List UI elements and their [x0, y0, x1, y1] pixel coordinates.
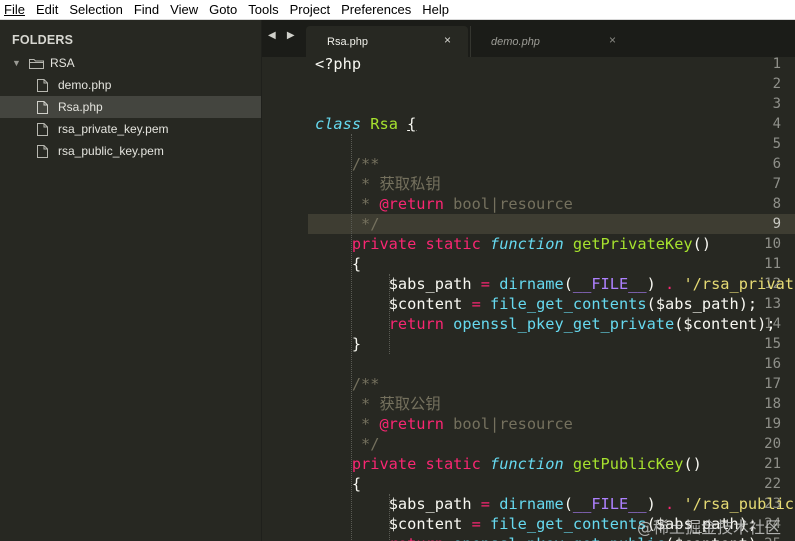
- file-label: Rsa.php: [58, 100, 103, 114]
- menu-tools[interactable]: Tools: [243, 0, 284, 20]
- menu-view[interactable]: View: [165, 0, 204, 20]
- line-number: 10: [764, 236, 781, 252]
- line-number: 8: [772, 196, 781, 212]
- tab-rsa-php[interactable]: Rsa.php ×: [306, 26, 468, 57]
- code-line: }: [315, 335, 362, 353]
- line-number: 15: [764, 336, 781, 352]
- code-line: $content = file_get_contents($abs_path);: [388, 295, 758, 313]
- folders-title: FOLDERS: [12, 33, 74, 47]
- code-line: $abs_path = dirname(__FILE__) . '/rsa_pu…: [388, 495, 794, 513]
- menu-help[interactable]: Help: [417, 0, 455, 20]
- menu-goto[interactable]: Goto: [204, 0, 243, 20]
- line-number: 22: [764, 476, 781, 492]
- tab-label: demo.php: [491, 35, 540, 48]
- line-number: 11: [764, 256, 781, 272]
- menu-bar: File Edit Selection Find View Goto Tools…: [0, 0, 795, 20]
- code-line: /**: [315, 155, 380, 173]
- file-icon: [37, 100, 48, 114]
- line-number: 2: [772, 76, 781, 92]
- line-number: 9: [749, 214, 795, 234]
- code-line: private static function getPublicKey(): [351, 455, 702, 473]
- close-icon[interactable]: ×: [609, 33, 616, 47]
- close-icon[interactable]: ×: [444, 33, 451, 47]
- sidebar-file-rsa[interactable]: Rsa.php: [0, 96, 261, 118]
- folder-label: RSA: [50, 56, 75, 70]
- code-line: <?php: [315, 57, 362, 73]
- line-number: 5: [772, 136, 781, 152]
- line-number: 1: [772, 57, 781, 72]
- sidebar: FOLDERS ▼ RSA demo.php Rsa.php rsa_priva…: [0, 20, 262, 541]
- line-number: 6: [772, 156, 781, 172]
- code-line: * 获取公钥: [315, 395, 441, 413]
- sidebar-file-rsa-private-key[interactable]: rsa_private_key.pem: [0, 118, 261, 140]
- code-line: {: [315, 255, 362, 273]
- menu-preferences[interactable]: Preferences: [336, 0, 417, 20]
- code-editor[interactable]: 1234567891011121314151617181920212223242…: [262, 57, 795, 541]
- code-line: */: [315, 435, 380, 453]
- menu-file[interactable]: File: [0, 0, 31, 20]
- code-line: * @return bool|resource: [315, 195, 573, 213]
- file-icon: [37, 78, 48, 92]
- sidebar-file-demo[interactable]: demo.php: [0, 74, 261, 96]
- disclosure-triangle-icon[interactable]: ▼: [12, 58, 22, 68]
- indent-guide: [388, 274, 390, 354]
- file-label: rsa_public_key.pem: [58, 144, 164, 158]
- line-number: 16: [764, 356, 781, 372]
- tab-label: Rsa.php: [327, 35, 368, 48]
- line-number: 4: [772, 116, 781, 132]
- line-number: 19: [764, 416, 781, 432]
- code-line: {: [315, 475, 362, 493]
- file-icon: [37, 144, 48, 158]
- indent-guide: [388, 494, 390, 541]
- menu-edit[interactable]: Edit: [31, 0, 64, 20]
- code-line: /**: [315, 375, 380, 393]
- folder-open-icon: [29, 58, 44, 69]
- line-number-gutter: [262, 57, 308, 541]
- current-line-highlight: [308, 214, 795, 234]
- line-number: 3: [772, 96, 781, 112]
- folder-rsa[interactable]: ▼ RSA: [0, 52, 261, 74]
- line-number: 7: [772, 176, 781, 192]
- menu-project[interactable]: Project: [285, 0, 336, 20]
- sidebar-file-rsa-public-key[interactable]: rsa_public_key.pem: [0, 140, 261, 162]
- tab-nav-arrows[interactable]: ◀ ▶: [268, 30, 299, 41]
- menu-find[interactable]: Find: [129, 0, 165, 20]
- line-number: 18: [764, 396, 781, 412]
- code-line: class Rsa {: [315, 115, 417, 133]
- code-line: * 获取私钥: [315, 175, 441, 193]
- code-line: * @return bool|resource: [315, 415, 573, 433]
- tab-demo-php[interactable]: demo.php ×: [470, 26, 635, 57]
- watermark: @稀土掘金技术社区: [637, 518, 782, 537]
- line-number: 17: [764, 376, 781, 392]
- file-label: demo.php: [58, 78, 112, 92]
- code-line: return openssl_pkey_get_private($content…: [388, 315, 776, 333]
- menu-selection[interactable]: Selection: [64, 0, 128, 20]
- file-icon: [37, 122, 48, 136]
- code-line: private static function getPrivateKey(): [351, 235, 712, 253]
- indent-guide: [351, 134, 353, 541]
- file-label: rsa_private_key.pem: [58, 122, 169, 136]
- line-number: 20: [764, 436, 781, 452]
- code-line: $abs_path = dirname(__FILE__) . '/rsa_pr…: [388, 275, 794, 293]
- line-number: 21: [764, 456, 781, 472]
- code-line: */: [315, 215, 380, 233]
